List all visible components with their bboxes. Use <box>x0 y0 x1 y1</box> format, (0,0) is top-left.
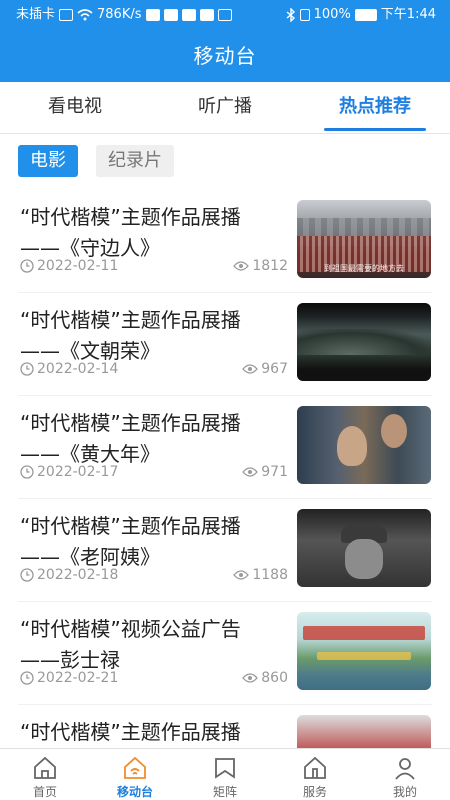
item-title: “时代楷模”主题作品展播——《文朝荣》 <box>20 308 241 363</box>
tab-radio[interactable]: 听广播 <box>150 82 300 133</box>
chip-documentary[interactable]: 纪录片 <box>96 145 174 177</box>
item-views: 1812 <box>252 258 288 274</box>
clock-icon <box>20 568 34 582</box>
list-item[interactable]: “时代楷模”主题作品展播——《文朝荣》 2022-02-14 967 <box>18 293 432 396</box>
app-header: 未插卡 786K/s 100% 下午1:44 移动台 <box>0 0 450 82</box>
clock-icon <box>20 671 34 685</box>
video-thumbnail[interactable]: 到祖国最需要的地方去 <box>297 200 431 278</box>
chip-movie[interactable]: 电影 <box>18 145 78 177</box>
list-item[interactable]: “时代楷模”主题作品展播——《走近马卡克》 <box>18 705 432 748</box>
thumb-scene <box>317 652 411 660</box>
clock-icon <box>20 259 34 273</box>
thumb-scene <box>337 426 367 466</box>
status-bar: 未插卡 786K/s 100% 下午1:44 <box>0 4 450 26</box>
video-thumbnail[interactable] <box>297 715 431 748</box>
item-date: 2022-02-18 <box>37 567 119 583</box>
eye-icon <box>242 364 259 374</box>
nav-label: 矩阵 <box>212 785 237 799</box>
thumb-scene <box>381 414 407 448</box>
battery-icon <box>354 9 377 21</box>
video-thumbnail[interactable] <box>297 406 431 484</box>
clock: 下午1:44 <box>380 7 436 22</box>
thumb-scene <box>303 626 425 640</box>
item-meta: 2022-02-18 1188 <box>20 567 288 587</box>
home-icon <box>34 756 56 779</box>
nav-label: 我的 <box>392 785 417 799</box>
eye-icon <box>242 467 259 477</box>
item-date: 2022-02-21 <box>37 670 119 686</box>
notification-icon <box>145 9 160 21</box>
carrier-label: 未插卡 <box>16 7 56 22</box>
nav-label: 移动台 <box>116 785 153 799</box>
nav-home[interactable]: 首页 <box>0 749 90 800</box>
bottom-nav: 首页 移动台 矩阵 服务 我的 <box>0 748 450 800</box>
broadcast-home-icon <box>124 756 146 779</box>
nav-profile[interactable]: 我的 <box>360 749 450 800</box>
battery-percent: 100% <box>313 7 351 22</box>
item-meta: 2022-02-14 967 <box>20 361 288 381</box>
item-views: 860 <box>261 670 288 686</box>
wifi-icon <box>77 9 93 21</box>
nav-matrix[interactable]: 矩阵 <box>180 749 270 800</box>
item-meta: 2022-02-11 1812 <box>20 258 288 278</box>
video-thumbnail[interactable] <box>297 303 431 381</box>
clock-icon <box>20 362 34 376</box>
video-thumbnail[interactable] <box>297 509 431 587</box>
item-date: 2022-02-11 <box>37 258 119 274</box>
top-tabs: 看电视 听广播 热点推荐 <box>0 82 450 134</box>
eye-icon <box>242 673 259 683</box>
person-icon <box>395 758 415 780</box>
item-meta: 2022-02-21 860 <box>20 670 288 690</box>
bluetooth-icon <box>286 8 295 22</box>
nav-service[interactable]: 服务 <box>270 749 360 800</box>
item-title: “时代楷模”视频公益广告——彭士禄 <box>20 617 241 672</box>
network-speed: 786K/s <box>97 7 142 22</box>
item-views: 1188 <box>252 567 288 583</box>
play-icon <box>217 9 232 21</box>
thumb-caption: 到祖国最需要的地方去 <box>324 264 404 273</box>
item-title: “时代楷模”主题作品展播——《老阿姨》 <box>20 514 241 569</box>
tab-tv[interactable]: 看电视 <box>0 82 150 133</box>
sim-icon <box>59 9 74 21</box>
weibo-icon <box>181 9 196 21</box>
item-date: 2022-02-14 <box>37 361 119 377</box>
service-house-icon <box>304 756 326 779</box>
clock-icon <box>20 465 34 479</box>
item-title: “时代楷模”主题作品展播——《守边人》 <box>20 205 241 260</box>
nav-label: 首页 <box>32 785 57 799</box>
bookmark-flag-icon <box>215 758 235 779</box>
item-views: 967 <box>261 361 288 377</box>
thumb-scene <box>345 539 383 579</box>
notification-icon <box>163 9 178 21</box>
list-item[interactable]: “时代楷模”视频公益广告——彭士禄 2022-02-21 860 <box>18 602 432 705</box>
eye-icon <box>233 570 250 580</box>
item-meta: 2022-02-17 971 <box>20 464 288 484</box>
item-title: “时代楷模”主题作品展播——《黄大年》 <box>20 411 241 466</box>
item-views: 971 <box>261 464 288 480</box>
nav-mobile-station[interactable]: 移动台 <box>90 749 180 800</box>
tab-hot-recommend[interactable]: 热点推荐 <box>300 82 450 133</box>
video-list: “时代楷模”主题作品展播——《守边人》 2022-02-11 1812 到祖国最… <box>0 190 450 748</box>
category-chips: 电影 纪录片 <box>18 145 174 177</box>
list-item[interactable]: “时代楷模”主题作品展播——《黄大年》 2022-02-17 971 <box>18 396 432 499</box>
page-title: 移动台 <box>193 44 257 68</box>
eye-icon <box>233 261 250 271</box>
item-date: 2022-02-17 <box>37 464 119 480</box>
notification-icon <box>199 9 214 21</box>
video-thumbnail[interactable] <box>297 612 431 690</box>
list-item[interactable]: “时代楷模”主题作品展播——《老阿姨》 2022-02-18 1188 <box>18 499 432 602</box>
nav-label: 服务 <box>302 785 327 799</box>
thumb-scene <box>297 329 431 355</box>
list-item[interactable]: “时代楷模”主题作品展播——《守边人》 2022-02-11 1812 到祖国最… <box>18 190 432 293</box>
vibrate-icon <box>299 9 310 21</box>
item-title: “时代楷模”主题作品展播——《走近马卡克》 <box>20 720 241 744</box>
